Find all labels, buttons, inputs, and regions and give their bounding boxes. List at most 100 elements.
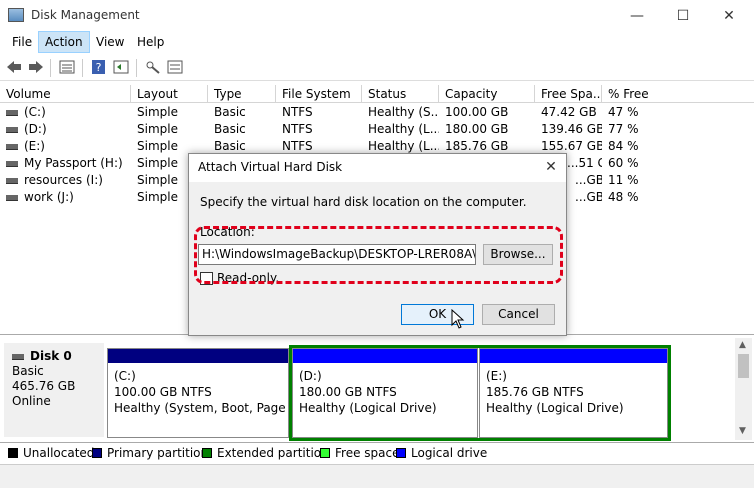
- legend-item: Extended partition: [202, 445, 329, 461]
- help-icon[interactable]: ?: [90, 59, 108, 75]
- legend: Unallocated Primary partition Extended p…: [0, 442, 754, 462]
- partition-body: (C:) 100.00 GB NTFS Healthy (System, Boo…: [114, 368, 290, 416]
- pct-cell: 11 %: [608, 173, 639, 187]
- forward-arrow-icon[interactable]: [27, 59, 45, 75]
- status-cell: Healthy (L...: [368, 122, 439, 136]
- vertical-scrollbar[interactable]: ▲ ▼: [735, 338, 752, 440]
- partition-letter: (E:): [486, 369, 507, 383]
- annotation-highlight: [194, 226, 563, 284]
- volume-name: (D:): [24, 122, 47, 136]
- free-cell: 139.46 GB: [541, 122, 602, 136]
- dialog-title: Attach Virtual Hard Disk: [198, 160, 343, 174]
- partition-status: Healthy (Logical Drive): [486, 401, 624, 415]
- volume-name: resources (I:): [24, 173, 103, 187]
- partition-d[interactable]: (D:) 180.00 GB NTFS Healthy (Logical Dri…: [292, 348, 478, 438]
- logical-drive-bar: [480, 349, 667, 363]
- legend-item: Logical drive: [396, 445, 487, 461]
- legend-swatch: [396, 448, 406, 458]
- toolbar-separator: [136, 59, 137, 77]
- scroll-down-icon[interactable]: ▼: [739, 426, 746, 436]
- pct-cell: 60 %: [608, 156, 639, 170]
- partition-size: 180.00 GB NTFS: [299, 385, 397, 399]
- refresh-icon[interactable]: [112, 59, 130, 75]
- column-header-volume[interactable]: Volume: [0, 85, 131, 103]
- capacity-cell: 100.00 GB: [445, 105, 509, 119]
- column-header-layout[interactable]: Layout: [131, 85, 208, 103]
- drive-icon: [6, 194, 18, 201]
- legend-label: Free space: [335, 446, 400, 460]
- legend-label: Extended partition: [217, 446, 329, 460]
- column-header-type[interactable]: Type: [208, 85, 276, 103]
- volume-name: (E:): [24, 139, 45, 153]
- capacity-cell: 180.00 GB: [445, 122, 509, 136]
- menu-help[interactable]: Help: [131, 31, 170, 53]
- mouse-cursor-icon: [451, 309, 465, 329]
- disk-name-text: Disk 0: [30, 349, 72, 363]
- column-header-status[interactable]: Status: [362, 85, 439, 103]
- dialog-close-icon[interactable]: ✕: [539, 156, 563, 178]
- menu-bar: File Action View Help: [0, 31, 754, 53]
- volume-cell: resources (I:): [0, 172, 131, 189]
- partition-size: 100.00 GB NTFS: [114, 385, 212, 399]
- properties-icon[interactable]: [58, 59, 76, 75]
- minimize-button[interactable]: —: [614, 0, 660, 31]
- column-header-free-space[interactable]: Free Spa...: [535, 85, 602, 103]
- cancel-button[interactable]: Cancel: [482, 304, 555, 325]
- toolbar-separator: [50, 59, 51, 77]
- pct-cell: 48 %: [608, 190, 639, 204]
- disk-management-icon: [8, 8, 24, 22]
- window-title: Disk Management: [31, 8, 140, 22]
- menu-action[interactable]: Action: [38, 31, 90, 53]
- table-row[interactable]: (D:) Simple Basic NTFS Healthy (L... 180…: [0, 121, 754, 138]
- type-cell: Basic: [214, 105, 246, 119]
- partition-size: 185.76 GB NTFS: [486, 385, 584, 399]
- column-header-percent-free[interactable]: % Free: [602, 85, 754, 103]
- pct-cell: 47 %: [608, 105, 639, 119]
- partition-c[interactable]: (C:) 100.00 GB NTFS Healthy (System, Boo…: [107, 348, 290, 438]
- volume-name: My Passport (H:): [24, 156, 123, 170]
- menu-file[interactable]: File: [6, 31, 38, 53]
- legend-label: Logical drive: [411, 446, 488, 460]
- legend-swatch: [8, 448, 18, 458]
- column-header-file-system[interactable]: File System: [276, 85, 362, 103]
- pct-cell: 84 %: [608, 139, 639, 153]
- volume-cell: (D:): [0, 121, 131, 138]
- disk-name: Disk 0: [12, 349, 96, 364]
- drive-icon: [6, 109, 18, 116]
- menu-view[interactable]: View: [90, 31, 130, 53]
- disk-key-icon[interactable]: [144, 59, 162, 75]
- partition-body: (E:) 185.76 GB NTFS Healthy (Logical Dri…: [486, 368, 666, 416]
- volume-cell: (E:): [0, 138, 131, 155]
- column-header-capacity[interactable]: Capacity: [439, 85, 535, 103]
- disk-state: Online: [12, 394, 51, 408]
- table-row[interactable]: (C:) Simple Basic NTFS Healthy (S... 100…: [0, 104, 754, 121]
- maximize-button[interactable]: ☐: [660, 0, 706, 31]
- volume-name: (C:): [24, 105, 46, 119]
- partition-e[interactable]: (E:) 185.76 GB NTFS Healthy (Logical Dri…: [479, 348, 668, 438]
- status-bar: [0, 464, 754, 488]
- fs-cell: NTFS: [282, 105, 313, 119]
- pct-cell: 77 %: [608, 122, 639, 136]
- volume-cell: (C:): [0, 104, 131, 121]
- scroll-thumb[interactable]: [738, 354, 749, 378]
- svg-text:?: ?: [96, 61, 102, 74]
- free-cell: 47.42 GB: [541, 105, 597, 119]
- legend-swatch: [202, 448, 212, 458]
- partition-body: (D:) 180.00 GB NTFS Healthy (Logical Dri…: [299, 368, 477, 416]
- title-bar: Disk Management — ☐ ✕: [0, 0, 754, 31]
- logical-drive-bar: [293, 349, 477, 363]
- close-button[interactable]: ✕: [706, 0, 752, 31]
- drive-icon: [6, 143, 18, 150]
- volume-cell: My Passport (H:): [0, 155, 131, 172]
- primary-partition-bar: [108, 349, 288, 363]
- drive-icon: [6, 160, 18, 167]
- legend-label: Primary partition: [107, 446, 209, 460]
- settings-list-icon[interactable]: [166, 59, 184, 75]
- volume-cell: work (J:): [0, 189, 131, 206]
- back-arrow-icon[interactable]: [5, 59, 23, 75]
- partition-status: Healthy (Logical Drive): [299, 401, 437, 415]
- disk-0-label[interactable]: Disk 0 Basic 465.76 GB Online: [4, 343, 104, 437]
- fs-cell: NTFS: [282, 122, 313, 136]
- layout-cell: Simple: [137, 105, 178, 119]
- scroll-up-icon[interactable]: ▲: [739, 340, 746, 350]
